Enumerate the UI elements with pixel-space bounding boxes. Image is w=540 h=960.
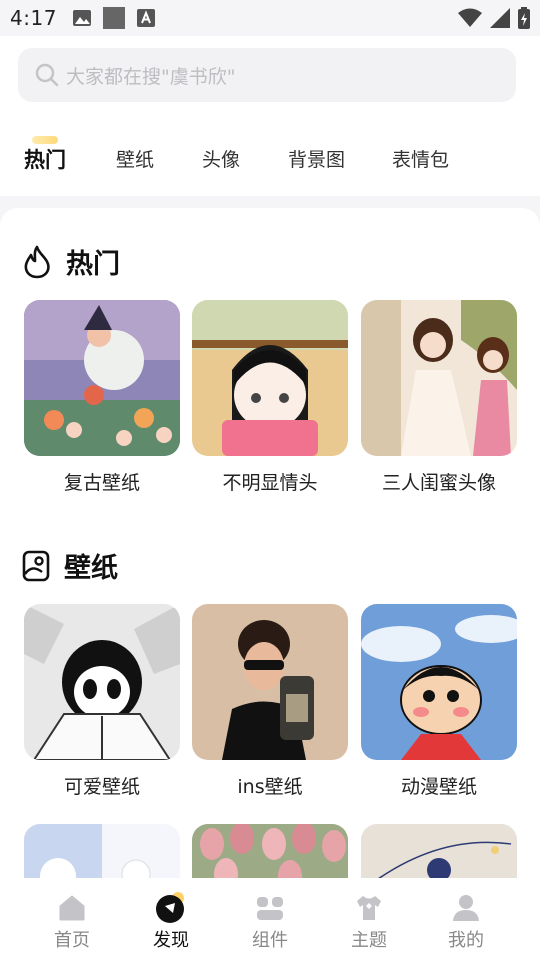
flame-icon: [24, 245, 50, 278]
tab-wallpaper[interactable]: 壁纸: [116, 140, 154, 180]
battery-icon: [518, 7, 530, 29]
thumb-couple-avatar[interactable]: [192, 300, 348, 456]
thumb-cute-wallpaper[interactable]: [24, 604, 180, 760]
status-time: 4:17: [10, 6, 57, 30]
notification-icons: [71, 7, 157, 29]
bff-avatar-image: [361, 300, 517, 456]
nav-discover-label: 发现: [153, 930, 189, 951]
nav-widgets-label: 组件: [252, 930, 288, 951]
thumb-partial-2[interactable]: [192, 824, 348, 878]
thumb-label-bff-avatar: 三人闺蜜头像: [381, 472, 496, 494]
thumb-label-anime-wallpaper: 动漫壁纸: [400, 776, 477, 798]
thumb-ins-wallpaper[interactable]: [192, 604, 348, 760]
font-notification-icon: [136, 9, 155, 27]
nav-home[interactable]: 首页: [32, 892, 112, 952]
system-icons: [458, 7, 530, 29]
thumb-anime-wallpaper[interactable]: [361, 604, 517, 760]
home-icon: [59, 895, 85, 921]
retro-wallpaper-image: [24, 300, 180, 456]
nav-theme-label: 主题: [351, 930, 387, 951]
thumb-bff-avatar[interactable]: [361, 300, 517, 456]
bunny-wallpaper-image: [24, 824, 180, 878]
discover-icon: [156, 892, 184, 923]
search-placeholder: 大家都在搜"虞书欣": [66, 65, 236, 88]
content-panel: 热门 复古壁纸 不明显情头 三人闺蜜头像 壁纸 可爱壁纸 ins壁纸 动漫壁纸: [0, 208, 540, 878]
section-hot-title: 热门: [22, 242, 120, 281]
nav-discover[interactable]: 发现: [131, 892, 211, 952]
thumb-label-couple-avatar: 不明显情头: [222, 472, 318, 494]
thumb-label-ins-wallpaper: ins壁纸: [237, 776, 303, 798]
thumb-partial-1[interactable]: [24, 824, 180, 878]
nav-widgets[interactable]: 组件: [230, 892, 310, 952]
tulip-wallpaper-image: [192, 824, 348, 878]
phone-wallpaper-icon: [22, 550, 50, 581]
theme-shirt-icon: [357, 896, 381, 920]
image-notification-icon: [72, 10, 91, 26]
tab-hot[interactable]: 热门: [24, 140, 66, 180]
thumb-label-retro-wallpaper: 复古壁纸: [63, 472, 140, 494]
ins-wallpaper-image: [192, 604, 348, 760]
tab-avatar[interactable]: 头像: [202, 140, 240, 180]
planet-wallpaper-image: [361, 824, 517, 878]
search-bar[interactable]: 大家都在搜"虞书欣": [18, 48, 516, 102]
status-bar: 4:17: [0, 0, 540, 36]
nav-profile[interactable]: 我的: [426, 892, 506, 952]
section-wallpaper-title: 壁纸: [22, 546, 118, 585]
nav-theme[interactable]: 主题: [329, 892, 409, 952]
tab-stickers[interactable]: 表情包: [392, 140, 449, 180]
square-notification-icon: [102, 7, 125, 29]
thumb-partial-3[interactable]: [361, 824, 517, 878]
nav-home-label: 首页: [54, 930, 90, 951]
profile-icon: [453, 895, 479, 921]
thumb-retro-wallpaper[interactable]: [24, 300, 180, 456]
wifi-icon: [458, 8, 482, 27]
top-area: 大家都在搜"虞书欣" 热门 壁纸 头像 背景图 表情包: [0, 36, 540, 196]
widgets-icon: [257, 897, 283, 920]
couple-avatar-image: [192, 300, 348, 456]
search-icon: [35, 63, 59, 87]
tab-background[interactable]: 背景图: [288, 140, 345, 180]
nav-profile-label: 我的: [448, 930, 484, 951]
bottom-nav: 首页 发现 组件 主题 我的: [0, 878, 540, 960]
section-wallpaper-title-text: 壁纸: [64, 553, 118, 584]
section-hot-title-text: 热门: [66, 249, 120, 280]
active-tab-indicator: [32, 136, 58, 144]
cute-wallpaper-image: [24, 604, 180, 760]
category-tabs: 热门 壁纸 头像 背景图 表情包: [0, 140, 540, 180]
signal-icon: [490, 8, 510, 28]
thumb-label-cute-wallpaper: 可爱壁纸: [63, 776, 140, 798]
anime-wallpaper-image: [361, 604, 517, 760]
